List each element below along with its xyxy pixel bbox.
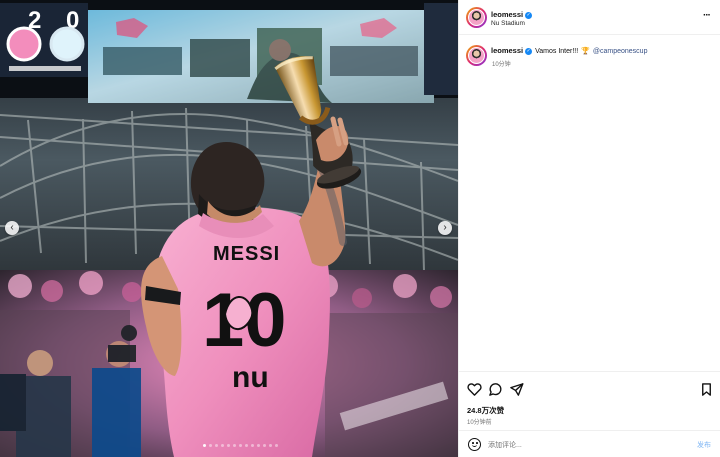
post-details-panel: leomessi ✓ Nu Stadium ··· leomessi ✓ Vamos … [458,0,720,457]
trophy-emoji-icon: 🏆 [581,48,590,55]
instagram-post-viewer: 2 0 MESSI nu ‹ › leomessi ✓ Nu Stadium ·… [0,0,720,457]
caption-timestamp: 10分钟 [492,62,511,68]
bookmark-icon[interactable] [699,382,714,397]
media-pagination-dot [227,444,230,447]
verified-badge-icon: ✓ [525,48,533,55]
post-actions: 24.8万次赞 10分钟前 [459,371,720,429]
media-pagination-dot [275,444,278,447]
post-caption: leomessi ✓ Vamos Inter!!! 🏆 @campeonescup [491,46,707,56]
avatar-photo [468,9,485,26]
likes-count[interactable]: 24.8万次赞 [467,405,504,416]
caption-text: Vamos Inter!!! [535,48,579,55]
media-pagination-dot [215,444,218,447]
media-pagination [203,444,278,447]
verified-badge-icon: ✓ [525,12,533,19]
previous-media-button[interactable]: ‹ [5,221,19,235]
media-pagination-dot [263,444,266,447]
heart-icon[interactable] [467,382,482,397]
location-link[interactable]: Nu Stadium [491,20,525,27]
comment-input[interactable] [488,439,678,451]
header-username-row[interactable]: leomessi ✓ [491,8,533,19]
smile-icon[interactable] [468,438,481,451]
media-pagination-dot [221,444,224,447]
more-options-button[interactable]: ··· [703,10,711,21]
caption-avatar[interactable] [466,45,487,66]
media-pagination-dot [257,444,260,447]
post-timestamp: 10分钟前 [467,420,492,426]
messi-trophy-photo: 2 0 MESSI nu [0,0,458,457]
comment-composer: 发布 [459,430,720,457]
avatar-photo [468,47,485,64]
user-avatar[interactable] [466,7,487,28]
post-header: leomessi ✓ Nu Stadium ··· [459,0,720,35]
media-pagination-dot [203,444,206,447]
media-pagination-dot [233,444,236,447]
media-pagination-dot [269,444,272,447]
media-pagination-dot [251,444,254,447]
paper-plane-icon[interactable] [509,382,524,397]
next-media-button[interactable]: › [438,221,452,235]
post-media[interactable]: 2 0 MESSI nu ‹ › [0,0,458,457]
media-pagination-dot [239,444,242,447]
mention-link[interactable]: @campeonescup [593,48,648,55]
username-link[interactable]: leomessi [491,10,523,19]
smile-mouth-icon [472,444,477,447]
comment-icon[interactable] [488,382,503,397]
caption-username-link[interactable]: leomessi [491,46,523,55]
media-pagination-dot [209,444,212,447]
post-comment-button[interactable]: 发布 [697,440,711,450]
jersey-sponsor: nu [232,361,269,394]
media-pagination-dot [245,444,248,447]
jersey-name: MESSI [213,243,280,265]
